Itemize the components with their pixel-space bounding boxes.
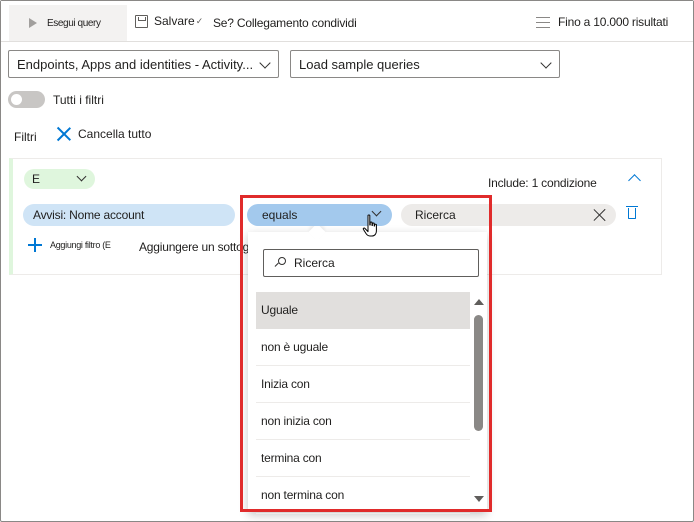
- chevron-down-icon: ✓: [195, 15, 204, 26]
- schema-dropdown[interactable]: Endpoints, Apps and identities - Activit…: [8, 50, 279, 78]
- field-selector[interactable]: Avvisi: Nome account: [23, 204, 235, 226]
- group-operator-value: E: [32, 172, 41, 186]
- group-operator-dropdown[interactable]: E: [24, 169, 95, 189]
- filters-heading: Filtri: [14, 130, 37, 144]
- run-query-button[interactable]: Esegui query: [9, 5, 127, 41]
- share-link-button[interactable]: Se? Collegamento condividi: [213, 16, 357, 30]
- add-filter-button[interactable]: Aggiungi filtro (E: [28, 238, 111, 252]
- results-limit-label: Fino a 10.000 risultati: [558, 15, 669, 29]
- hand-cursor-icon: [362, 214, 377, 237]
- plus-icon: [28, 238, 42, 252]
- clear-icon[interactable]: [593, 208, 607, 222]
- play-icon: [29, 18, 37, 28]
- sample-queries-dropdown[interactable]: Load sample queries: [290, 50, 560, 78]
- results-limit-button[interactable]: Fino a 10.000 risultati: [536, 15, 668, 29]
- all-filters-label: Tutti i filtri: [53, 93, 104, 107]
- clear-all-button[interactable]: Cancella tutto: [56, 126, 151, 142]
- schema-dropdown-value: Endpoints, Apps and identities - Activit…: [17, 56, 254, 72]
- clear-all-label: Cancella tutto: [78, 127, 152, 141]
- save-label: Salvare: [154, 14, 195, 28]
- chevron-down-icon: [76, 171, 87, 182]
- all-filters-toggle[interactable]: [8, 91, 45, 108]
- list-icon: [536, 16, 550, 28]
- save-button[interactable]: Salvare ✓: [135, 14, 203, 28]
- chevron-down-icon: [540, 57, 552, 69]
- delete-icon[interactable]: [626, 205, 638, 220]
- field-value: Avvisi: Nome account: [33, 208, 145, 222]
- toolbar-divider: [1, 41, 693, 42]
- sample-queries-value: Load sample queries: [299, 56, 420, 72]
- save-icon: [135, 14, 148, 28]
- highlight-box: [240, 195, 492, 512]
- run-query-label: Esegui query: [47, 17, 101, 29]
- close-icon: [56, 126, 72, 142]
- chevron-down-icon: [259, 57, 271, 69]
- add-filter-label: Aggiungi filtro (E: [50, 240, 111, 250]
- toolbar: Esegui query Salvare ✓ Se? Collegamento …: [1, 1, 693, 41]
- include-count: Include: 1 condizione: [488, 176, 597, 190]
